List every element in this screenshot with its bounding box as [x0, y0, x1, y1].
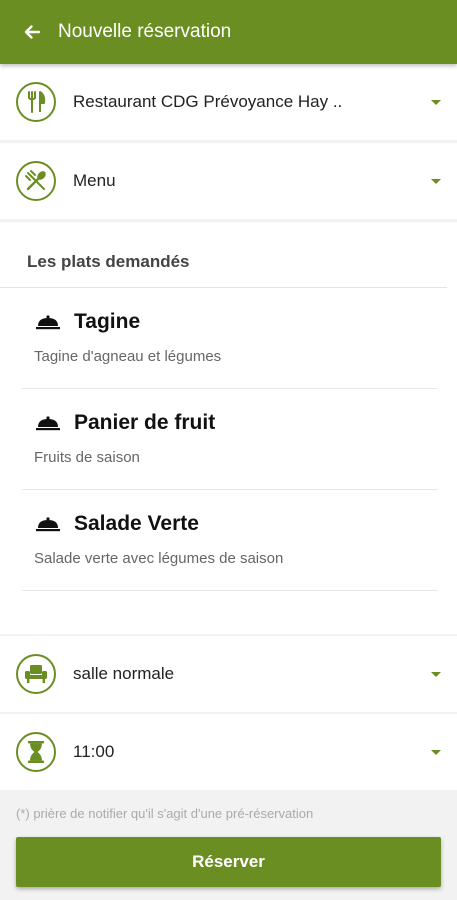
chevron-down-icon: [431, 99, 441, 105]
back-arrow-icon[interactable]: [20, 20, 44, 44]
menu-value: Menu: [73, 171, 116, 190]
heure-select[interactable]: 11:00: [0, 714, 457, 790]
list-item: Tagine Tagine d'agneau et légumes: [22, 288, 437, 389]
list-item: Salade Verte Salade verte avec légumes d…: [22, 490, 437, 591]
fork-knife-icon: [16, 82, 56, 122]
restaurant-card: Restaurant CDG Prévoyance Hay ..: [0, 64, 457, 140]
cloche-icon: [36, 517, 60, 532]
heure-value: 11:00: [73, 742, 115, 761]
app-bar: Nouvelle réservation: [0, 0, 457, 64]
page-title: Nouvelle réservation: [58, 21, 232, 42]
footnote-text: (*) prière de notifier qu'il s'agit d'un…: [16, 806, 314, 821]
chevron-down-icon: [431, 749, 441, 755]
dish-name: Salade Verte: [74, 512, 199, 535]
chevron-down-icon: [431, 178, 441, 184]
spoon-fork-icon: [16, 161, 56, 201]
restaurant-select[interactable]: Restaurant CDG Prévoyance Hay ..: [0, 64, 457, 140]
menu-select[interactable]: Menu: [0, 143, 457, 219]
plats-card: Les plats demandés Tagine Tagine d'agnea…: [0, 222, 457, 634]
dish-name: Panier de fruit: [74, 411, 216, 434]
dish-description: Tagine d'agneau et légumes: [34, 348, 222, 365]
reserve-button[interactable]: Réserver: [16, 837, 441, 887]
dish-description: Fruits de saison: [34, 449, 140, 466]
list-item: Panier de fruit Fruits de saison: [22, 389, 437, 490]
cloche-icon: [36, 315, 60, 330]
chevron-down-icon: [431, 671, 441, 677]
heure-card: 11:00: [0, 714, 457, 790]
salle-card: salle normale: [0, 636, 457, 712]
dish-description: Salade verte avec légumes de saison: [34, 550, 284, 567]
salle-value: salle normale: [73, 664, 175, 683]
dish-name: Tagine: [74, 310, 141, 333]
salle-select[interactable]: salle normale: [0, 636, 457, 712]
plats-header: Les plats demandés: [0, 222, 447, 288]
restaurant-value: Restaurant CDG Prévoyance Hay ..: [73, 92, 343, 111]
menu-card: Menu: [0, 143, 457, 219]
armchair-icon: [16, 654, 56, 694]
hourglass-icon: [16, 732, 56, 772]
cloche-icon: [36, 416, 60, 431]
